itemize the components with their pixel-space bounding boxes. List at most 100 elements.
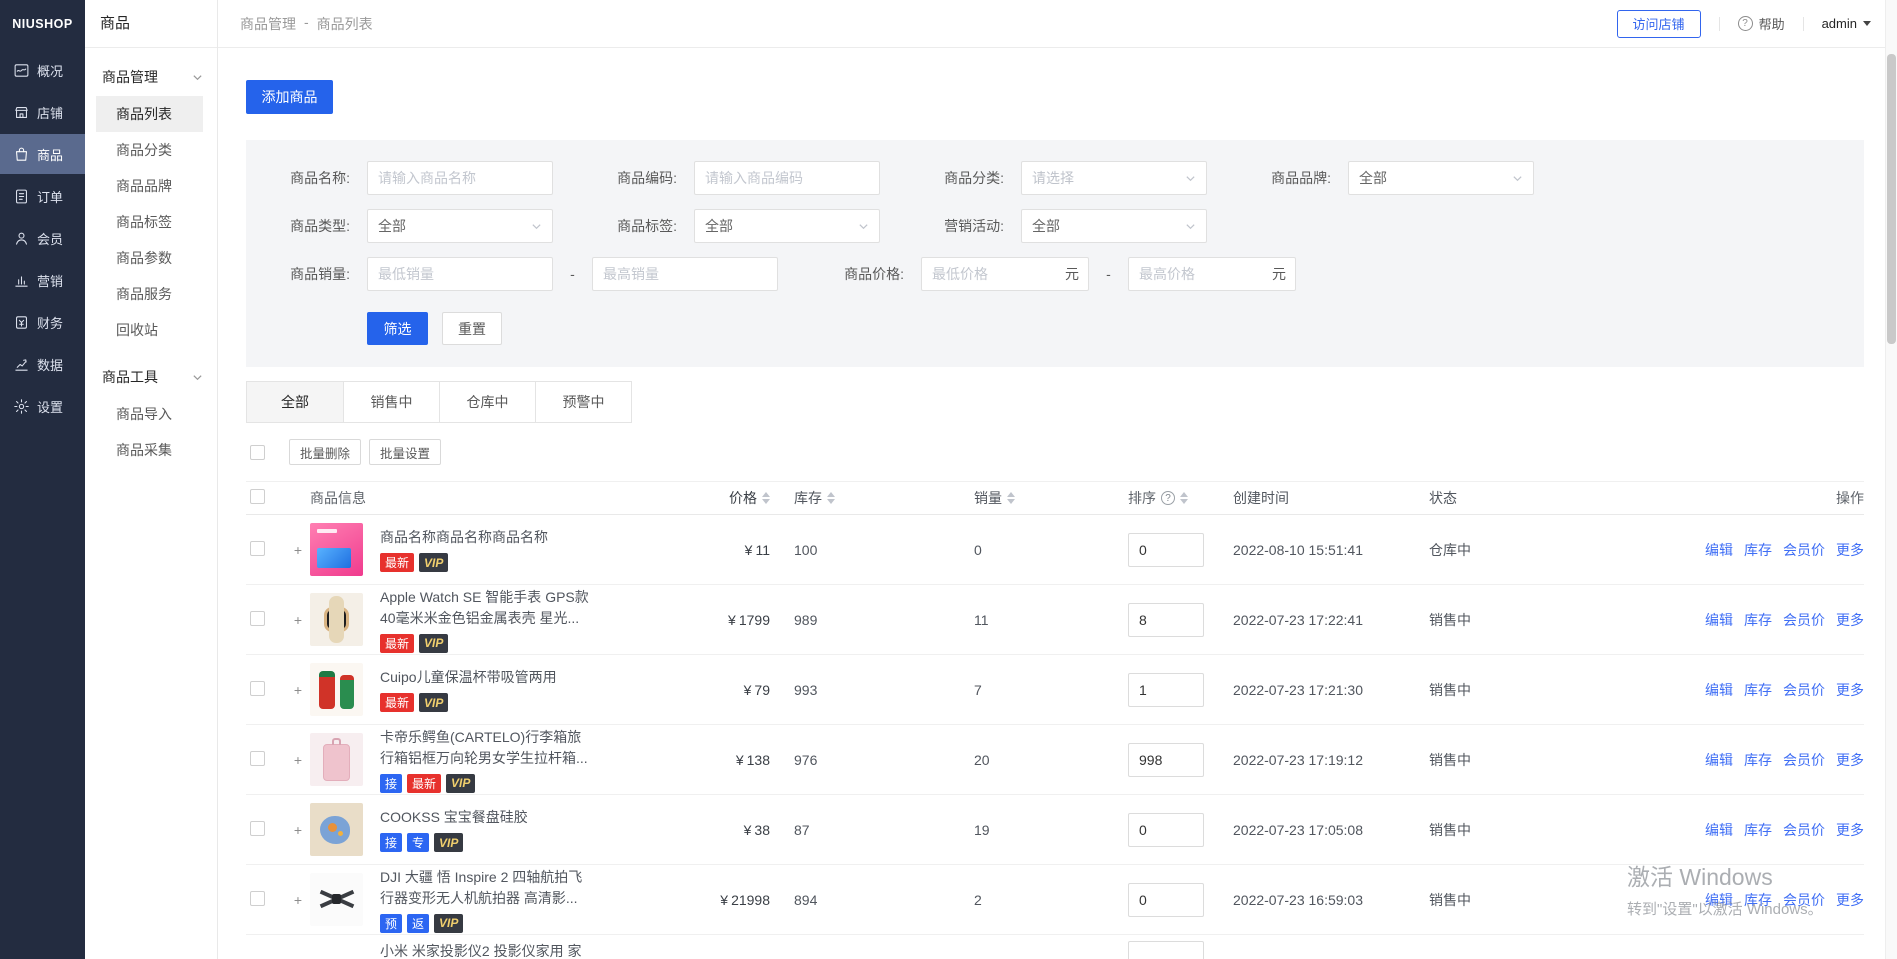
tab-全部[interactable]: 全部 [247, 382, 343, 422]
filter-select[interactable]: 全部 [367, 209, 553, 243]
product-title[interactable]: 商品名称商品名称商品名称 [380, 527, 625, 548]
action-会员价[interactable]: 会员价 [1783, 610, 1825, 630]
sidebar-item-设置[interactable]: 设置 [0, 386, 85, 426]
column-header-库存[interactable]: 库存 [770, 488, 948, 508]
row-checkbox[interactable] [250, 611, 265, 626]
sort-order-input[interactable] [1128, 533, 1204, 567]
sidebar-item-财务[interactable]: 财务 [0, 302, 85, 342]
max-sales-input[interactable] [592, 257, 778, 291]
column-header-排序[interactable]: 排序? [1103, 488, 1208, 508]
action-会员价[interactable]: 会员价 [1783, 820, 1825, 840]
action-更多[interactable]: 更多 [1836, 890, 1864, 910]
action-更多[interactable]: 更多 [1836, 820, 1864, 840]
sort-arrows-icon[interactable] [1180, 492, 1188, 504]
action-编辑[interactable]: 编辑 [1705, 540, 1733, 560]
filter-submit-button[interactable]: 筛选 [367, 312, 428, 345]
product-title[interactable]: 40毫米米金色铝金属表壳 星光... [380, 608, 625, 629]
sidebar-item-概况[interactable]: 概况 [0, 50, 85, 90]
product-title[interactable]: Apple Watch SE 智能手表 GPS款 [380, 587, 625, 608]
filter-input[interactable] [694, 161, 880, 195]
tab-销售中[interactable]: 销售中 [343, 382, 439, 422]
action-更多[interactable]: 更多 [1836, 750, 1864, 770]
expand-row-button[interactable]: + [286, 822, 310, 838]
action-编辑[interactable]: 编辑 [1705, 750, 1733, 770]
action-更多[interactable]: 更多 [1836, 610, 1864, 630]
action-库存[interactable]: 库存 [1744, 750, 1772, 770]
expand-row-button[interactable]: + [286, 612, 310, 628]
sidebar-item-店铺[interactable]: 店铺 [0, 92, 85, 132]
action-库存[interactable]: 库存 [1744, 890, 1772, 910]
action-会员价[interactable]: 会员价 [1783, 750, 1825, 770]
submenu-item-商品品牌[interactable]: 商品品牌 [85, 168, 217, 204]
expand-row-button[interactable]: + [286, 682, 310, 698]
sidebar-item-数据[interactable]: 数据 [0, 344, 85, 384]
sidebar-item-会员[interactable]: 会员 [0, 218, 85, 258]
sort-order-input[interactable] [1128, 743, 1204, 777]
action-更多[interactable]: 更多 [1836, 680, 1864, 700]
row-checkbox[interactable] [250, 681, 265, 696]
submenu-item-商品分类[interactable]: 商品分类 [85, 132, 217, 168]
scrollbar-thumb[interactable] [1887, 54, 1896, 344]
column-header-价格[interactable]: 价格 [635, 488, 770, 508]
expand-row-button[interactable]: + [286, 892, 310, 908]
product-title[interactable]: 卡帝乐鳄鱼(CARTELO)行李箱旅 [380, 727, 625, 748]
submenu-item-商品采集[interactable]: 商品采集 [85, 432, 217, 468]
action-库存[interactable]: 库存 [1744, 610, 1772, 630]
submenu-item-商品服务[interactable]: 商品服务 [85, 276, 217, 312]
action-库存[interactable]: 库存 [1744, 820, 1772, 840]
batch-delete-button[interactable]: 批量删除 [289, 439, 361, 465]
filter-reset-button[interactable]: 重置 [442, 312, 502, 345]
sort-arrows-icon[interactable] [827, 492, 835, 504]
submenu-item-商品参数[interactable]: 商品参数 [85, 240, 217, 276]
filter-input[interactable] [367, 161, 553, 195]
row-checkbox[interactable] [250, 891, 265, 906]
breadcrumb-section[interactable]: 商品管理 [240, 14, 296, 34]
action-会员价[interactable]: 会员价 [1783, 680, 1825, 700]
sidebar-item-订单[interactable]: 订单 [0, 176, 85, 216]
sidebar-item-商品[interactable]: 商品 [0, 134, 85, 174]
row-checkbox[interactable] [250, 751, 265, 766]
filter-select[interactable]: 全部 [1348, 161, 1534, 195]
min-price-input[interactable] [921, 257, 1089, 291]
product-title[interactable]: COOKSS 宝宝餐盘硅胶 [380, 807, 625, 828]
action-编辑[interactable]: 编辑 [1705, 890, 1733, 910]
submenu-group-商品工具[interactable]: 商品工具 [85, 358, 217, 396]
action-编辑[interactable]: 编辑 [1705, 610, 1733, 630]
sort-order-input[interactable] [1128, 813, 1204, 847]
action-编辑[interactable]: 编辑 [1705, 680, 1733, 700]
sort-help-icon[interactable]: ? [1161, 491, 1175, 505]
action-会员价[interactable]: 会员价 [1783, 540, 1825, 560]
product-title[interactable]: DJI 大疆 悟 Inspire 2 四轴航拍飞 [380, 867, 625, 888]
sort-order-input[interactable] [1128, 673, 1204, 707]
min-sales-input[interactable] [367, 257, 553, 291]
action-会员价[interactable]: 会员价 [1783, 890, 1825, 910]
expand-row-button[interactable]: + [286, 542, 310, 558]
max-price-input[interactable] [1128, 257, 1296, 291]
row-checkbox[interactable] [250, 821, 265, 836]
column-header-销量[interactable]: 销量 [948, 488, 1103, 508]
action-库存[interactable]: 库存 [1744, 540, 1772, 560]
submenu-item-商品导入[interactable]: 商品导入 [85, 396, 217, 432]
action-更多[interactable]: 更多 [1836, 540, 1864, 560]
row-checkbox[interactable] [250, 541, 265, 556]
expand-row-button[interactable]: + [286, 752, 310, 768]
select-all-checkbox[interactable] [250, 489, 265, 504]
visit-shop-button[interactable]: 访问店铺 [1617, 10, 1701, 38]
submenu-item-商品列表[interactable]: 商品列表 [96, 96, 203, 132]
filter-select[interactable]: 请选择 [1021, 161, 1207, 195]
product-title[interactable]: Cuipo儿童保温杯带吸管两用 [380, 667, 625, 688]
vertical-scrollbar[interactable] [1885, 0, 1897, 959]
filter-select[interactable]: 全部 [1021, 209, 1207, 243]
batch-settings-button[interactable]: 批量设置 [369, 439, 441, 465]
user-menu[interactable]: admin [1822, 16, 1871, 31]
action-库存[interactable]: 库存 [1744, 680, 1772, 700]
sort-order-input[interactable] [1128, 883, 1204, 917]
select-all-checkbox[interactable] [250, 445, 265, 460]
filter-select[interactable]: 全部 [694, 209, 880, 243]
product-title[interactable]: 行器变形无人机航拍器 高清影... [380, 888, 625, 909]
submenu-group-商品管理[interactable]: 商品管理 [85, 58, 217, 96]
product-title[interactable]: 小米 米家投影仪2 投影仪家用 家 [380, 941, 625, 959]
submenu-item-商品标签[interactable]: 商品标签 [85, 204, 217, 240]
add-product-button[interactable]: 添加商品 [246, 80, 333, 114]
product-title[interactable]: 行箱铝框万向轮男女学生拉杆箱... [380, 748, 625, 769]
